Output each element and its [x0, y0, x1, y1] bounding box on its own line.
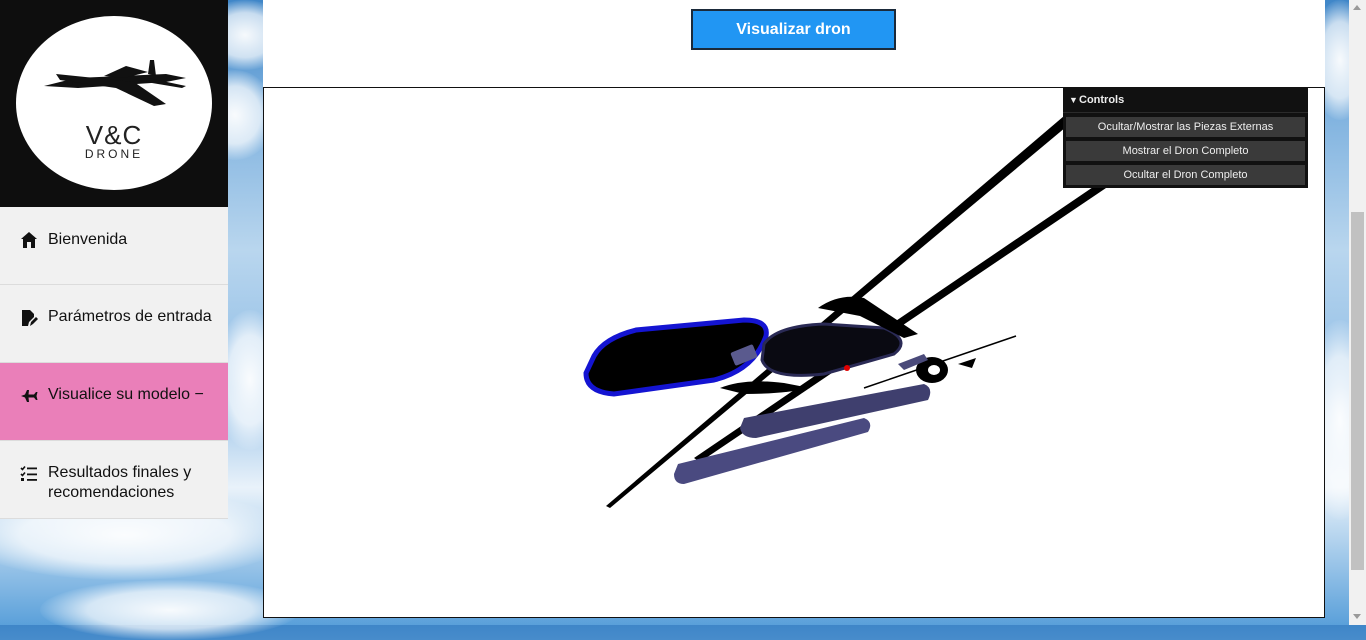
hide-full-drone-button[interactable]: Ocultar el Dron Completo [1066, 165, 1305, 185]
logo[interactable]: V&C DRONE [16, 16, 212, 190]
sidebar-item-label: Visualice su modelo − [48, 386, 204, 403]
controls-panel: ▼Controls Ocultar/Mostrar las Piezas Ext… [1063, 88, 1308, 188]
home-icon [21, 232, 37, 248]
scroll-down-arrow-icon[interactable] [1353, 614, 1361, 619]
sidebar-item-parametros[interactable]: Parámetros de entrada [0, 285, 228, 363]
sidebar-item-bienvenida[interactable]: Bienvenida [0, 207, 228, 285]
visualize-drone-button[interactable]: Visualizar dron [691, 9, 896, 50]
controls-header[interactable]: ▼Controls [1063, 88, 1308, 113]
sidebar-item-label: Bienvenida [48, 231, 128, 248]
sidebar-item-label: Parámetros de entrada [48, 308, 212, 325]
sidebar-item-resultados[interactable]: Resultados finales y recomendaciones [0, 441, 228, 519]
drone-logo-icon [44, 60, 186, 106]
sidebar-item-label: Resultados finales y recomendaciones [48, 464, 192, 501]
logo-area: V&C DRONE [0, 0, 228, 207]
sidebar-nav: Bienvenida Parámetros de entrada Visuali… [0, 207, 228, 519]
scrollbar-thumb[interactable] [1351, 212, 1364, 570]
controls-title: Controls [1079, 94, 1125, 106]
logo-subtitle: DRONE [84, 147, 144, 161]
show-full-drone-button[interactable]: Mostrar el Dron Completo [1066, 141, 1305, 161]
toggle-external-parts-button[interactable]: Ocultar/Mostrar las Piezas Externas [1066, 117, 1305, 137]
page-scrollbar[interactable] [1349, 0, 1366, 625]
sidebar-item-visualice[interactable]: Visualice su modelo − [0, 363, 228, 441]
chevron-down-icon: ▼ [1069, 95, 1078, 105]
header-panel: Visualizar dron [263, 0, 1325, 87]
sidebar: V&C DRONE Bienvenida Parámetros de entra… [0, 0, 228, 519]
checklist-icon [20, 465, 37, 481]
scroll-up-arrow-icon[interactable] [1353, 5, 1361, 10]
airplane-icon [21, 390, 38, 402]
file-edit-icon [22, 310, 38, 326]
